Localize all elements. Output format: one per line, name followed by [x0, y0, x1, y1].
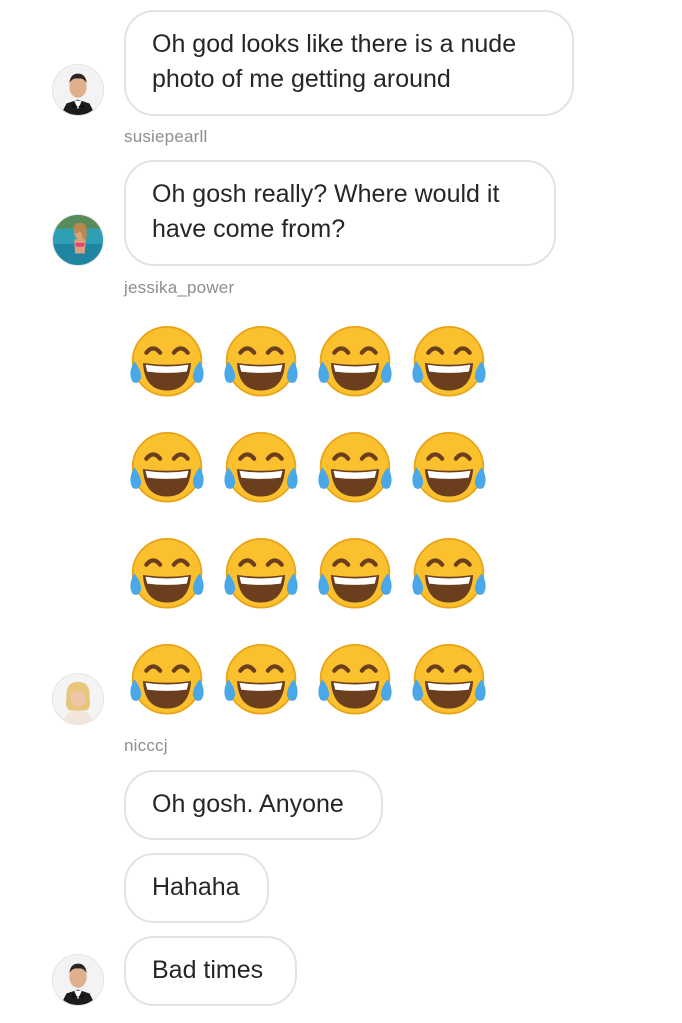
face-with-tears-of-joy-icon: [312, 532, 406, 618]
avatar[interactable]: [52, 954, 104, 1006]
emoji-row: [124, 638, 504, 744]
avatar[interactable]: [52, 673, 104, 725]
message-text-line: photo of me getting around: [152, 65, 451, 93]
emoji-row: [124, 426, 504, 532]
message-bubble[interactable]: Oh gosh really? Where would it have come…: [124, 160, 556, 266]
avatar[interactable]: [52, 64, 104, 116]
emoji-row: [124, 532, 504, 638]
face-with-tears-of-joy-icon: [218, 532, 312, 618]
sender-username[interactable]: susiepearll: [124, 127, 207, 147]
face-with-tears-of-joy-icon: [218, 638, 312, 724]
woman-in-pool-avatar-icon: [53, 215, 103, 265]
message-text: Hahaha: [152, 873, 240, 901]
message-bubble[interactable]: Oh gosh. Anyone: [124, 770, 383, 840]
message-bubble[interactable]: Oh god looks like there is a nude photo …: [124, 10, 574, 116]
face-with-tears-of-joy-icon: [124, 320, 218, 406]
face-with-tears-of-joy-icon: [406, 638, 500, 724]
message-bubble[interactable]: Bad times: [124, 936, 297, 1006]
message-text: Bad times: [152, 956, 264, 984]
face-with-tears-of-joy-icon: [218, 426, 312, 512]
message-text-line: Oh god looks like there is a nude: [152, 30, 517, 58]
face-with-tears-of-joy-icon: [312, 426, 406, 512]
face-with-tears-of-joy-icon: [218, 320, 312, 406]
face-with-tears-of-joy-icon: [406, 426, 500, 512]
sender-username[interactable]: jessika_power: [124, 278, 234, 298]
man-in-tuxedo-avatar-icon: [53, 955, 103, 1005]
face-with-tears-of-joy-icon: [312, 638, 406, 724]
face-with-tears-of-joy-icon: [124, 426, 218, 512]
face-with-tears-of-joy-icon: [124, 532, 218, 618]
message-text-line: Oh gosh really? Where would it: [152, 180, 500, 208]
sender-username[interactable]: nicccj: [124, 736, 168, 756]
face-with-tears-of-joy-icon: [124, 638, 218, 724]
message-text: Oh gosh. Anyone: [152, 790, 344, 818]
avatar[interactable]: [52, 214, 104, 266]
man-in-tuxedo-avatar-icon: [53, 65, 103, 115]
emoji-row: [124, 320, 504, 426]
face-with-tears-of-joy-icon: [312, 320, 406, 406]
message-bubble[interactable]: Hahaha: [124, 853, 269, 923]
emoji-message[interactable]: [124, 320, 504, 744]
face-with-tears-of-joy-icon: [406, 320, 500, 406]
face-with-tears-of-joy-icon: [406, 532, 500, 618]
message-text-line: have come from?: [152, 215, 346, 243]
blonde-woman-avatar-icon: [53, 674, 103, 724]
